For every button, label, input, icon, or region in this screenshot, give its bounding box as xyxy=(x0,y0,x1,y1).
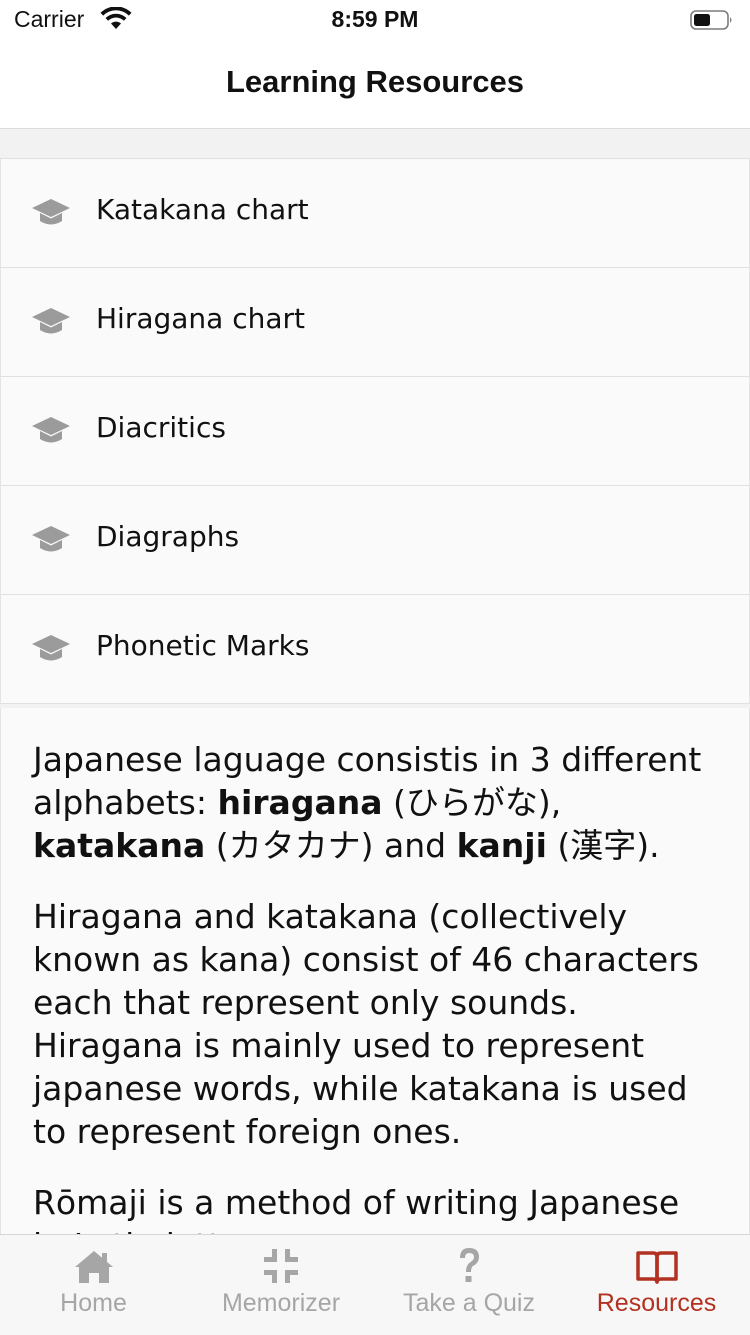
graduation-cap-icon xyxy=(32,417,70,443)
resource-item-label: Hiragana chart xyxy=(96,302,306,335)
intro-paragraph-kana: Hiragana and katakana (collectively know… xyxy=(33,897,699,1151)
intro-text: (ひらがな), xyxy=(382,783,562,822)
tab-label: Take a Quiz xyxy=(402,1289,535,1317)
intro-paragraph-alphabets: Japanese laguage consistis in 3 differen… xyxy=(33,738,719,867)
status-bar: Carrier 8:59 PM xyxy=(0,0,750,40)
tab-label: Resources xyxy=(596,1289,717,1317)
tab-memorizer[interactable]: Memorizer xyxy=(187,1235,375,1335)
compress-icon xyxy=(264,1249,298,1283)
page-title: Learning Resources xyxy=(225,64,525,99)
resources-scroll-view[interactable]: Katakana chart Hiragana chart Diacritics… xyxy=(0,158,750,1234)
resource-item-label: Diagraphs xyxy=(96,520,240,553)
question-mark-icon xyxy=(460,1248,479,1282)
tab-label: Memorizer xyxy=(221,1289,341,1317)
resource-item-phonetic-marks[interactable]: Phonetic Marks xyxy=(0,595,750,704)
resource-item-diagraphs[interactable]: Diagraphs xyxy=(0,486,750,595)
open-book-icon xyxy=(635,1251,678,1284)
intro-paragraph-romaji: Rōmaji is a method of writing Japanese i… xyxy=(33,1183,680,1234)
resource-item-label: Diacritics xyxy=(96,411,226,444)
navigation-bar: Learning Resources xyxy=(0,40,750,129)
battery-icon xyxy=(690,10,732,30)
resource-item-katakana-chart[interactable]: Katakana chart xyxy=(0,159,750,268)
graduation-cap-icon xyxy=(32,526,70,552)
resource-item-diacritics[interactable]: Diacritics xyxy=(0,377,750,486)
resource-item-hiragana-chart[interactable]: Hiragana chart xyxy=(0,268,750,377)
clock: 8:59 PM xyxy=(331,6,419,32)
tab-home[interactable]: Home xyxy=(0,1235,187,1335)
graduation-cap-icon xyxy=(32,199,70,225)
home-icon xyxy=(74,1251,113,1283)
katakana-term: katakana xyxy=(33,826,206,865)
tab-take-a-quiz[interactable]: Take a Quiz xyxy=(375,1235,563,1335)
graduation-cap-icon xyxy=(32,635,70,661)
tab-resources[interactable]: Resources xyxy=(563,1235,750,1335)
kanji-term: kanji xyxy=(456,826,547,865)
graduation-cap-icon xyxy=(32,308,70,334)
hiragana-term: hiragana xyxy=(217,783,383,822)
resource-item-label: Phonetic Marks xyxy=(96,629,310,662)
tab-label: Home xyxy=(60,1289,127,1317)
intro-text: (漢字). xyxy=(546,826,660,865)
tab-bar: Home Memorizer Take a Quiz Resources xyxy=(0,1234,750,1335)
intro-text: (カタカナ) and xyxy=(205,826,457,865)
intro-text-card: Japanese laguage consistis in 3 differen… xyxy=(0,708,750,1234)
resources-list: Katakana chart Hiragana chart Diacritics… xyxy=(0,158,750,704)
resource-item-label: Katakana chart xyxy=(96,193,309,226)
